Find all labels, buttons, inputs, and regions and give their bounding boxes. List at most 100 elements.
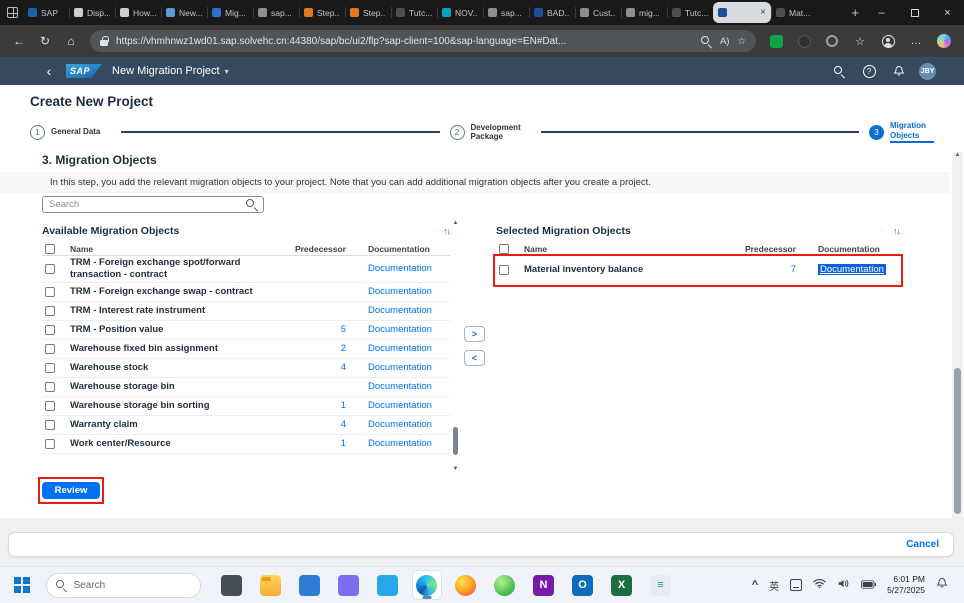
start-button[interactable] bbox=[14, 577, 30, 593]
taskbar-app[interactable] bbox=[373, 570, 403, 600]
select-all-checkbox[interactable] bbox=[45, 243, 55, 254]
taskbar-app[interactable]: N bbox=[529, 570, 559, 600]
refresh-icon[interactable]: ↻ bbox=[34, 30, 56, 52]
taskbar-app[interactable]: X bbox=[607, 570, 637, 600]
tab-close-icon[interactable]: × bbox=[760, 7, 766, 18]
search-input[interactable] bbox=[49, 199, 240, 210]
extension-ring-icon[interactable] bbox=[820, 35, 844, 47]
browser-tab[interactable]: Mig... × bbox=[207, 2, 253, 23]
row-checkbox[interactable] bbox=[45, 305, 55, 316]
scroll-up-icon[interactable]: ▲ bbox=[955, 152, 961, 158]
close-button[interactable]: × bbox=[931, 0, 964, 25]
documentation-link[interactable]: Documentation bbox=[358, 400, 450, 411]
browser-tab[interactable]: Cust... × bbox=[575, 2, 621, 23]
shell-search-icon[interactable] bbox=[829, 65, 849, 77]
zoom-search-icon[interactable] bbox=[700, 35, 712, 47]
cancel-button[interactable]: Cancel bbox=[906, 539, 939, 550]
extension-green-icon[interactable] bbox=[764, 34, 788, 48]
table-row[interactable]: Warehouse storage bin Documentation bbox=[42, 378, 450, 397]
address-bar[interactable]: https://vhmhnwz1wd01.sap.solvehc.cn:4438… bbox=[90, 30, 756, 52]
taskbar-app[interactable] bbox=[451, 570, 481, 600]
predecessor-count[interactable]: 5 bbox=[288, 324, 352, 335]
move-left-button[interactable]: < bbox=[464, 350, 485, 366]
browser-tab[interactable]: How... × bbox=[115, 2, 161, 23]
browser-tab[interactable]: Tutc... × bbox=[667, 2, 713, 23]
taskbar-app[interactable]: ≡ bbox=[646, 570, 676, 600]
browser-tab[interactable]: sap... × bbox=[483, 2, 529, 23]
row-checkbox[interactable] bbox=[45, 263, 55, 274]
browser-tab[interactable]: Step... × bbox=[345, 2, 391, 23]
taskbar-app[interactable] bbox=[217, 570, 247, 600]
notifications-bell-icon[interactable] bbox=[889, 65, 909, 77]
column-header-name[interactable]: Name bbox=[70, 244, 282, 254]
help-icon[interactable]: ? bbox=[859, 64, 879, 78]
row-checkbox[interactable] bbox=[45, 286, 55, 297]
sort-icon[interactable]: ↑↓ bbox=[443, 226, 451, 236]
documentation-link[interactable]: Documentation bbox=[358, 305, 450, 316]
browser-tab[interactable]: Disp... × bbox=[69, 2, 115, 23]
favorites-bar-icon[interactable]: ☆ bbox=[848, 35, 872, 48]
browser-tab[interactable]: Step... × bbox=[299, 2, 345, 23]
table-row[interactable]: Warehouse fixed bin assignment 2 Documen… bbox=[42, 340, 450, 359]
table-row[interactable]: Warehouse storage bin sorting 1 Document… bbox=[42, 397, 450, 416]
row-checkbox[interactable] bbox=[45, 343, 55, 354]
row-checkbox[interactable] bbox=[499, 264, 509, 275]
taskbar-app[interactable] bbox=[490, 570, 520, 600]
documentation-link[interactable]: Documentation bbox=[358, 362, 450, 373]
browser-tab[interactable]: SAP × bbox=[23, 2, 69, 23]
column-header-name[interactable]: Name bbox=[524, 244, 732, 254]
taskbar-clock[interactable]: 6:01 PM 5/27/2025 bbox=[887, 574, 925, 595]
table-row[interactable]: Work center/Resource 1 Documentation bbox=[42, 435, 450, 454]
documentation-link[interactable]: Documentation bbox=[358, 419, 450, 430]
url-text[interactable]: https://vhmhnwz1wd01.sap.solvehc.cn:4438… bbox=[116, 36, 693, 47]
taskbar-app[interactable] bbox=[256, 570, 286, 600]
predecessor-count[interactable]: 1 bbox=[288, 438, 352, 449]
browser-tab[interactable]: New... × bbox=[161, 2, 207, 23]
table-row[interactable]: TRM - Foreign exchange spot/forward tran… bbox=[42, 256, 450, 283]
taskbar-search[interactable]: Search bbox=[45, 572, 201, 598]
extension-dark-icon[interactable] bbox=[792, 34, 816, 48]
scrollbar-thumb[interactable] bbox=[453, 427, 458, 455]
wifi-icon[interactable] bbox=[813, 576, 826, 594]
table-row[interactable]: TRM - Position value 5 Documentation bbox=[42, 321, 450, 340]
search-icon[interactable] bbox=[246, 199, 257, 210]
back-icon[interactable]: ← bbox=[8, 30, 30, 52]
browser-tab[interactable]: sap... × bbox=[253, 2, 299, 23]
tray-chevron-up-icon[interactable]: ^ bbox=[752, 579, 758, 591]
table-row[interactable]: TRM - Interest rate instrument Documenta… bbox=[42, 302, 450, 321]
sort-icon[interactable]: ↑↓ bbox=[893, 226, 901, 236]
browser-tab[interactable]: NOV... × bbox=[437, 2, 483, 23]
ime-indicator[interactable]: 英 bbox=[769, 578, 779, 593]
documentation-link[interactable]: Documentation bbox=[358, 343, 450, 354]
taskbar-app[interactable] bbox=[295, 570, 325, 600]
user-avatar[interactable]: JBY bbox=[919, 62, 936, 80]
notification-bell-icon[interactable] bbox=[936, 576, 948, 594]
row-checkbox[interactable] bbox=[45, 381, 55, 392]
documentation-link[interactable]: Documentation bbox=[358, 381, 450, 392]
browser-tab[interactable]: mig... × bbox=[621, 2, 667, 23]
new-tab-button[interactable]: + bbox=[851, 5, 859, 20]
wizard-step-general-data[interactable]: 1 General Data bbox=[30, 124, 111, 140]
battery-icon[interactable] bbox=[861, 576, 877, 594]
shell-back-button[interactable]: ‹ bbox=[42, 63, 56, 79]
predecessor-count[interactable]: 2 bbox=[288, 343, 352, 354]
copilot-icon[interactable] bbox=[932, 34, 956, 48]
documentation-link[interactable]: Documentation bbox=[358, 324, 450, 335]
touch-keyboard-icon[interactable] bbox=[790, 579, 803, 591]
profile-icon[interactable] bbox=[876, 34, 900, 48]
move-right-button[interactable]: > bbox=[464, 326, 485, 342]
minimize-button[interactable]: – bbox=[865, 0, 898, 25]
tab-grid-icon[interactable] bbox=[7, 7, 18, 18]
predecessor-count[interactable]: 4 bbox=[288, 362, 352, 373]
column-header-predecessor[interactable]: Predecessor bbox=[738, 244, 802, 254]
taskbar-app[interactable]: O bbox=[568, 570, 598, 600]
select-all-checkbox[interactable] bbox=[499, 243, 509, 254]
page-scrollbar[interactable]: ▲ ▼ bbox=[952, 152, 963, 532]
home-icon[interactable]: ⌂ bbox=[60, 30, 82, 52]
available-table-scrollbar[interactable]: ▲ ▼ bbox=[451, 220, 460, 472]
more-options-icon[interactable]: … bbox=[904, 35, 928, 47]
review-button[interactable]: Review bbox=[42, 482, 100, 499]
table-row[interactable]: Warehouse stock 4 Documentation bbox=[42, 359, 450, 378]
documentation-link[interactable]: Documentation bbox=[358, 263, 450, 274]
taskbar-app[interactable] bbox=[334, 570, 364, 600]
